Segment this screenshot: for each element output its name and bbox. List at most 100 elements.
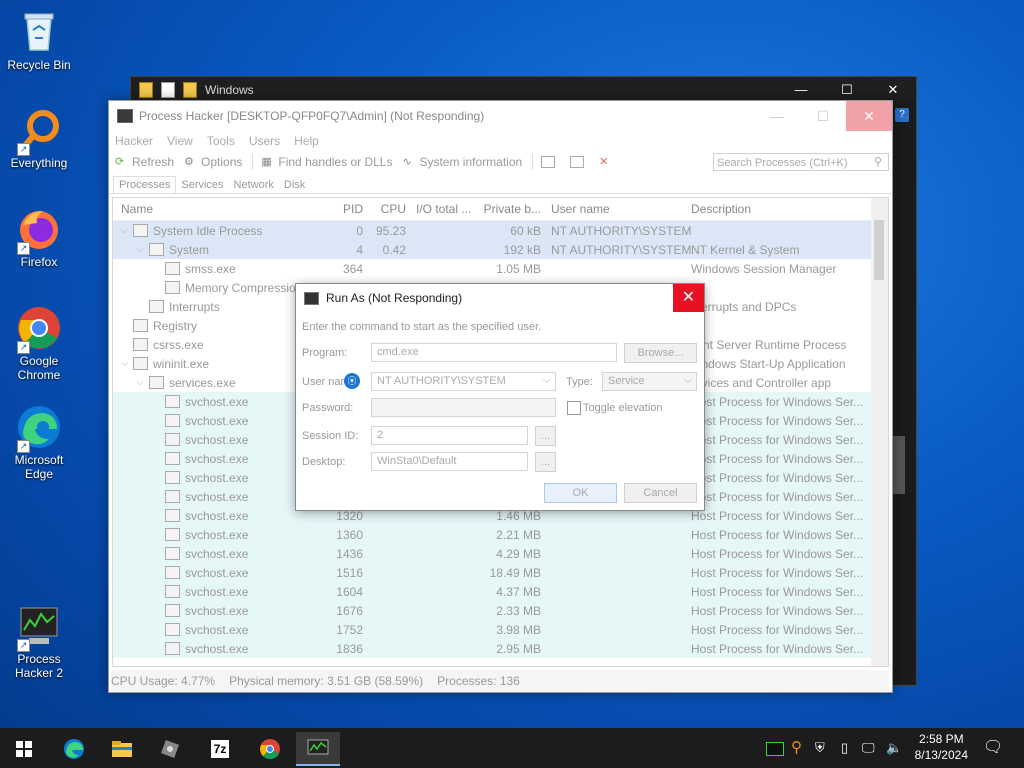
process-row[interactable]: svchost.exe 1676 2.33 MB Host Process for W… [113,601,888,620]
column-private-bytes[interactable]: Private b... [476,202,551,216]
ok-button[interactable]: OK [544,483,617,503]
find-handles-button[interactable]: ▦ Find handles or DLLs [261,155,392,169]
edge-icon[interactable] [52,732,96,766]
notification-icon[interactable]: 🗨 [983,728,1003,768]
process-pid: 364 [342,261,363,276]
desktop-icon-google-chrome[interactable]: ↗ Google Chrome [1,304,77,382]
chrome-icon[interactable] [248,732,292,766]
tools-icon[interactable] [148,732,192,766]
options-button[interactable]: ⚙ Options [184,155,242,169]
explorer-side-panel: ? [891,100,915,684]
process-name: System [169,242,210,257]
desktop-icon-everything[interactable]: ↗ Everything [1,106,77,170]
session-id-input[interactable]: 2 [371,426,528,445]
column-io-total[interactable]: I/O total ... [406,202,476,216]
search-input[interactable]: Search Processes (Ctrl+K) [713,153,889,171]
7zip-icon[interactable]: 7z [198,732,242,766]
menu-hacker[interactable]: Hacker [115,134,153,148]
maximize-icon[interactable]: ☐ [800,101,846,131]
shortcut-arrow-icon: ↗ [17,639,30,652]
process-description: Host Process for Windows Ser... [691,584,864,599]
process-hacker-icon[interactable] [296,732,340,766]
menu-tools[interactable]: Tools [207,134,235,148]
minimize-icon[interactable]: — [754,101,800,131]
dialog-instruction: Enter the command to start as the specif… [302,321,542,333]
expand-chevron-icon[interactable]: ⌵ [121,225,133,236]
password-input[interactable] [371,398,556,417]
desktop-input[interactable]: WinSta0\Default [371,452,528,471]
process-row[interactable]: svchost.exe 1516 18.49 MB Host Process for … [113,563,888,582]
process-row[interactable]: smss.exe 364 1.05 MB Windows Session Manage… [113,259,888,278]
tab-disk[interactable]: Disk [279,177,310,193]
security-shield-icon[interactable]: ⛨ [815,728,825,768]
browse-button[interactable]: Browse... [624,343,697,363]
process-row[interactable]: svchost.exe 1604 4.37 MB Host Process for W… [113,582,888,601]
type-dropdown[interactable]: Service [602,372,697,391]
column-description[interactable]: Description [691,202,871,216]
program-input[interactable]: cmd.exe [371,343,617,362]
process-name-cell: svchost.exe [113,585,335,599]
refresh-button[interactable]: ⟳ Refresh [115,155,174,169]
scrollbar-thumb[interactable] [874,220,884,280]
graph-icon: ∿ [402,156,412,168]
desktop-icon-process-hacker[interactable]: ↗ Process Hacker 2 [1,602,77,680]
username-dropdown[interactable]: NT AUTHORITY\SYSTEM [371,372,556,391]
clock[interactable]: 2:58 PM 8/13/2024 [915,731,968,763]
process-description: Host Process for Windows Ser... [691,508,864,523]
process-tree-scrollbar[interactable] [871,198,888,666]
windows-start-icon[interactable] [2,732,46,766]
tab-processes[interactable]: Processes [113,176,177,193]
volume-muted-icon[interactable]: 🔈 [886,728,902,768]
cancel-button[interactable]: Cancel [624,483,697,503]
process-row[interactable]: svchost.exe 1752 3.98 MB Host Process for W… [113,620,888,639]
column-name[interactable]: Name [113,202,335,216]
tab-services[interactable]: Services [176,177,228,193]
menu-view[interactable]: View [167,134,193,148]
process-row[interactable]: ⌵ System 4 0.42 192 kB NT AUTHORITY\SYSTEM NT … [113,240,888,259]
terminate-button[interactable]: ✕ [599,156,616,168]
process-row[interactable]: ⌵ System Idle Process 0 95.23 60 kB NT AUTHOR… [113,221,888,240]
dialog-close-icon[interactable]: ✕ [673,284,704,312]
desktop-icon-firefox[interactable]: ↗ Firefox [1,205,77,269]
column-cpu[interactable]: CPU [363,202,406,216]
window-button[interactable] [541,156,560,168]
help-icon[interactable]: ? [895,108,909,122]
desktop-icon-microsoft-edge[interactable]: ↗ Microsoft Edge [1,403,77,481]
window-check-button[interactable] [570,156,589,168]
scrollbar-thumb[interactable] [893,436,905,494]
tab-network[interactable]: Network [229,177,279,193]
menu-help[interactable]: Help [294,134,319,148]
clock-time: 2:58 PM [918,732,964,746]
terminal-tray-icon[interactable] [766,728,784,768]
network-icon[interactable]: 🖵 [862,728,875,768]
menu-users[interactable]: Users [249,134,280,148]
expand-chevron-icon[interactable]: ⌵ [137,244,149,255]
system-info-button[interactable]: ∿ System information [402,155,522,169]
column-user-name[interactable]: User name [551,202,691,216]
process-name: svchost.exe [185,394,249,409]
desktop-picker-button[interactable]: ... [535,452,556,472]
chrome-icon: ↗ [15,304,63,354]
run-as-dialog[interactable]: Run As (Not Responding) ✕ Enter the comm… [295,283,705,511]
desktop-icon-label: Everything [10,156,68,170]
search-magnifier-icon[interactable]: ⚲ [791,728,802,768]
toggle-elevation-checkbox[interactable] [567,401,581,415]
process-row[interactable]: svchost.exe 1360 2.21 MB Host Process for W… [113,525,888,544]
usb-device-icon[interactable]: ▯ [841,728,848,768]
session-id-picker-button[interactable]: ... [535,426,556,446]
program-label: Program: [302,347,348,359]
expand-chevron-icon[interactable]: ⌵ [137,377,149,388]
search-icon[interactable]: ⚲ [874,155,882,168]
x-icon: ✕ [599,156,609,168]
dialog-titlebar[interactable]: Run As (Not Responding) [296,284,704,312]
column-pid[interactable]: PID [335,202,363,216]
process-name: smss.exe [185,261,236,276]
process-icon [149,243,164,256]
expand-chevron-icon[interactable]: ⌵ [121,358,133,369]
close-icon[interactable]: ✕ [846,101,892,131]
process-row[interactable]: svchost.exe 1836 2.95 MB Host Process for W… [113,639,888,658]
process-name: svchost.exe [185,641,249,656]
process-row[interactable]: svchost.exe 1436 4.29 MB Host Process for W… [113,544,888,563]
file-explorer-icon[interactable] [100,732,144,766]
desktop-icon-recycle-bin[interactable]: Recycle Bin [1,8,77,72]
